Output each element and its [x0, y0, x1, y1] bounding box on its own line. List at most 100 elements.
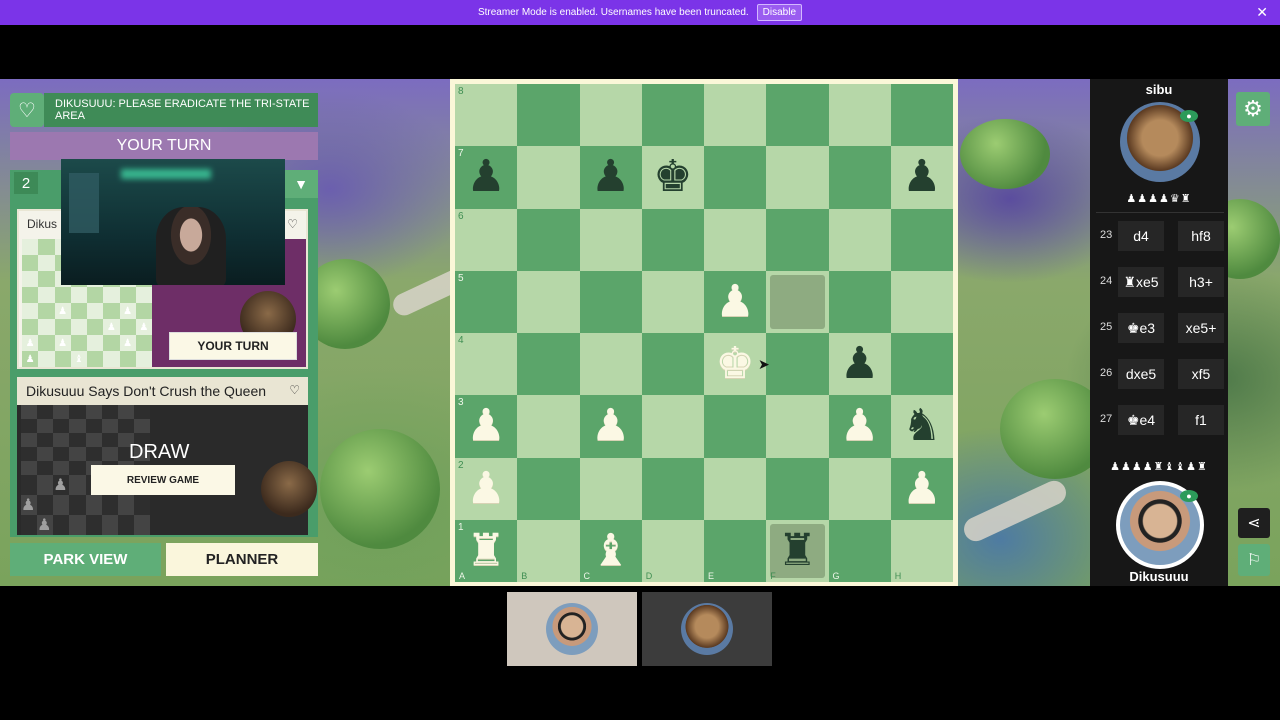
square-a7[interactable]: 7 ♟ — [455, 146, 518, 209]
black-move[interactable]: xe5+ — [1178, 313, 1224, 343]
disable-streamer-button[interactable]: Disable — [756, 4, 803, 21]
square-a3[interactable]: 3 ♟ — [455, 395, 518, 458]
square-h8[interactable] — [890, 84, 953, 147]
square-b8[interactable] — [517, 84, 580, 147]
white-move[interactable]: ♚e3 — [1118, 313, 1164, 343]
square-b4[interactable] — [517, 333, 580, 396]
your-turn-button[interactable]: YOUR TURN — [169, 332, 297, 360]
square-e7[interactable] — [704, 146, 767, 209]
black-piece[interactable]: ♜ — [778, 528, 817, 573]
square-c6[interactable] — [579, 208, 642, 271]
planner-button[interactable]: PLANNER — [166, 543, 318, 576]
square-h1[interactable]: H — [890, 519, 953, 582]
square-a5[interactable]: 5 — [455, 270, 518, 333]
white-piece[interactable]: ♟ — [902, 466, 941, 511]
square-h3[interactable]: ♞ — [890, 395, 953, 458]
white-move[interactable]: ♜xe5 — [1118, 267, 1164, 297]
square-h5[interactable] — [890, 270, 953, 333]
square-g2[interactable] — [828, 457, 891, 520]
park-view-button[interactable]: PARK VIEW — [10, 543, 161, 576]
square-g5[interactable] — [828, 270, 891, 333]
square-f3[interactable] — [766, 395, 829, 458]
settings-button[interactable]: ⚙ — [1236, 92, 1270, 126]
square-f2[interactable] — [766, 457, 829, 520]
square-d4[interactable] — [641, 333, 704, 396]
share-button[interactable]: ⋖ — [1238, 508, 1270, 538]
square-c1[interactable]: C ♝ — [579, 519, 642, 582]
square-b2[interactable] — [517, 457, 580, 520]
white-move[interactable]: ♚e4 — [1118, 405, 1164, 435]
square-e5[interactable]: ♟ — [704, 270, 767, 333]
resign-button[interactable]: ⚐ — [1238, 544, 1270, 576]
player-tab-self[interactable] — [507, 592, 637, 666]
square-d1[interactable]: D — [641, 519, 704, 582]
square-e2[interactable] — [704, 457, 767, 520]
square-e8[interactable] — [704, 84, 767, 147]
white-piece[interactable]: ♟ — [840, 404, 879, 448]
heart-icon[interactable]: ♡ — [289, 383, 300, 397]
white-move[interactable]: dxe5 — [1118, 359, 1164, 389]
square-e1[interactable]: E — [704, 519, 767, 582]
white-move[interactable]: d4 — [1118, 221, 1164, 251]
square-d8[interactable] — [641, 84, 704, 147]
square-b7[interactable] — [517, 146, 580, 209]
square-f1[interactable]: F ♜ — [766, 519, 829, 582]
square-b1[interactable]: B — [517, 519, 580, 582]
game-card-draw[interactable]: Dikusuuu Says Don't Crush the Queen ♡ ♟ ♟… — [17, 377, 317, 535]
square-h7[interactable]: ♟ — [890, 146, 953, 209]
square-f8[interactable] — [766, 84, 829, 147]
square-c4[interactable] — [579, 333, 642, 396]
square-d7[interactable]: ♚ — [641, 146, 704, 209]
review-game-button[interactable]: REVIEW GAME — [91, 465, 235, 495]
black-piece[interactable]: ♚ — [653, 155, 692, 199]
black-piece[interactable]: ♞ — [902, 404, 941, 448]
white-piece[interactable]: ♚ — [715, 342, 754, 386]
square-a1[interactable]: 1 A ♜ — [455, 519, 518, 582]
square-b5[interactable] — [517, 270, 580, 333]
square-g4[interactable]: ♟ — [828, 333, 891, 396]
square-g7[interactable] — [828, 146, 891, 209]
favorite-heart-button[interactable]: ♡ — [10, 93, 44, 127]
square-g6[interactable] — [828, 208, 891, 271]
black-move[interactable]: hf8 — [1178, 221, 1224, 251]
square-h6[interactable] — [890, 208, 953, 271]
square-f5[interactable] — [766, 270, 829, 333]
square-a6[interactable]: 6 — [455, 208, 518, 271]
square-c3[interactable]: ♟ — [579, 395, 642, 458]
square-f4[interactable] — [766, 333, 829, 396]
square-a8[interactable]: 8 — [455, 84, 518, 147]
square-h4[interactable] — [890, 333, 953, 396]
white-piece[interactable]: ♟ — [466, 466, 505, 511]
black-move[interactable]: xf5 — [1178, 359, 1224, 389]
square-c2[interactable] — [579, 457, 642, 520]
black-move[interactable]: h3+ — [1178, 267, 1224, 297]
square-b3[interactable] — [517, 395, 580, 458]
white-piece[interactable]: ♝ — [591, 528, 630, 573]
square-d5[interactable] — [641, 270, 704, 333]
heart-icon[interactable]: ♡ — [287, 217, 298, 231]
black-piece[interactable]: ♟ — [466, 155, 505, 199]
square-g3[interactable]: ♟ — [828, 395, 891, 458]
square-e3[interactable] — [704, 395, 767, 458]
black-move[interactable]: f1 — [1178, 405, 1224, 435]
black-piece[interactable]: ♟ — [902, 155, 941, 199]
white-piece[interactable]: ♟ — [715, 279, 754, 324]
square-e4[interactable]: ♚ — [704, 333, 767, 396]
black-piece[interactable]: ♟ — [840, 342, 879, 386]
square-a4[interactable]: 4 — [455, 333, 518, 396]
square-e6[interactable] — [704, 208, 767, 271]
square-h2[interactable]: ♟ — [890, 457, 953, 520]
square-d6[interactable] — [641, 208, 704, 271]
close-icon[interactable]: ✕ — [1256, 4, 1268, 21]
square-c8[interactable] — [579, 84, 642, 147]
square-f6[interactable] — [766, 208, 829, 271]
square-f7[interactable] — [766, 146, 829, 209]
square-c7[interactable]: ♟ — [579, 146, 642, 209]
square-d3[interactable] — [641, 395, 704, 458]
games-dropdown-button[interactable]: ▼ — [284, 170, 318, 198]
black-piece[interactable]: ♟ — [591, 155, 630, 199]
square-b6[interactable] — [517, 208, 580, 271]
chess-board[interactable]: 8 7 ♟ ♟ ♚ ♟ 6 5 ♟ 4 ♚ ♟ 3 ♟ ♟ ♟ ♞ 2 ♟ ♟ 1 A ♜ B C ♝ D E F ♜ G H — [455, 84, 953, 582]
square-c5[interactable] — [579, 270, 642, 333]
square-d2[interactable] — [641, 457, 704, 520]
